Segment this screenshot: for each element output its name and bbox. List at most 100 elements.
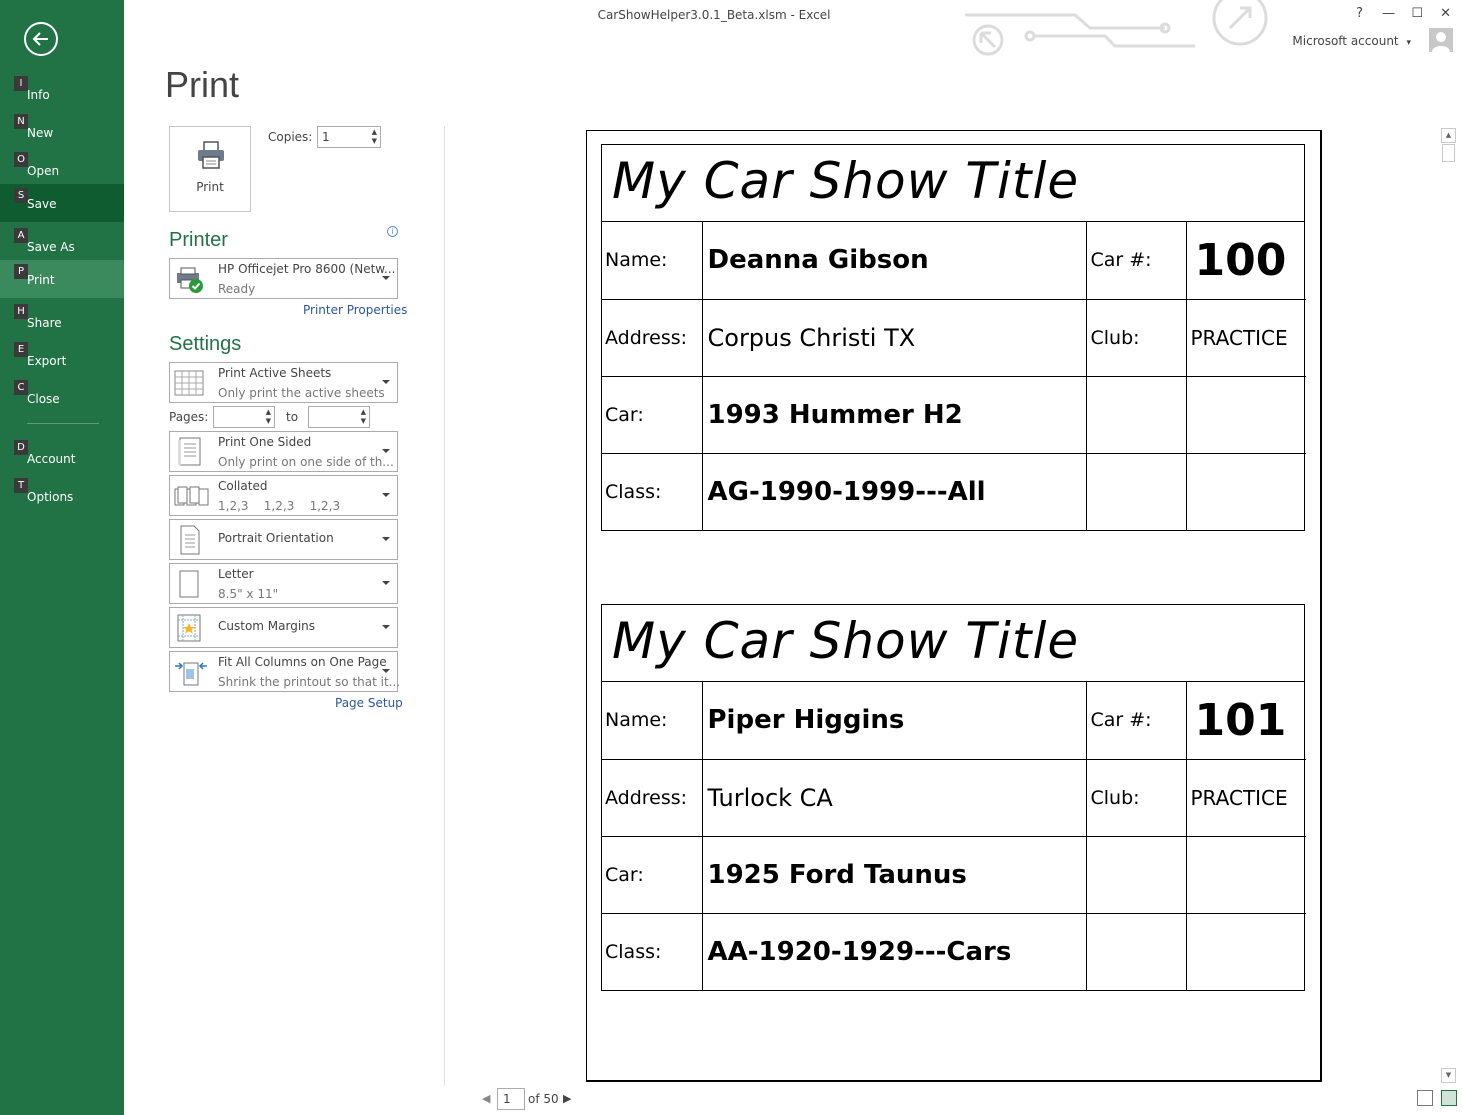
spin-down-icon[interactable]: ▼ (361, 417, 366, 425)
minimize-button[interactable]: — (1382, 6, 1395, 21)
nav-item-label: Export (27, 354, 67, 368)
keytip-options: T (14, 478, 28, 493)
copies-label: Copies: (268, 130, 313, 144)
page-number-input[interactable]: 1 (497, 1088, 525, 1110)
sides-desc: Only print on one side of th... (218, 455, 394, 469)
page-setup-link[interactable]: Page Setup (335, 696, 403, 710)
avatar[interactable] (1429, 28, 1453, 52)
nav-item-label: Open (27, 164, 60, 178)
nav-item-info[interactable]: I Info (0, 76, 124, 114)
empty-cell (1185, 375, 1306, 454)
card-table: Name: Piper Higgins Car #: 101 Address: … (602, 682, 1306, 990)
sides-label: Print One Sided (218, 435, 312, 449)
nav-item-print[interactable]: P Print (0, 260, 124, 298)
account-menu[interactable]: Microsoft account ▾ (1292, 34, 1411, 48)
class-value: AA-1920-1929---Cars (701, 912, 1087, 990)
show-margins-icon[interactable] (1417, 1090, 1433, 1106)
column-divider (444, 126, 445, 1086)
preview-scrollbar[interactable]: ▲ ▼ (1441, 128, 1456, 1084)
maximize-button[interactable]: ☐ (1411, 6, 1423, 21)
empty-cell (1185, 912, 1306, 990)
previous-page-button[interactable]: ◀ (482, 1092, 490, 1105)
keytip-new: N (14, 114, 28, 129)
help-icon[interactable]: ? (1356, 6, 1363, 21)
car-number-label: Car #: (1085, 222, 1187, 300)
table-row: Car: 1993 Hummer H2 (602, 375, 1306, 454)
close-window-button[interactable]: ✕ (1440, 6, 1451, 21)
empty-cell (1085, 835, 1187, 914)
user-icon (1432, 32, 1450, 52)
spin-up-icon[interactable]: ▲ (266, 408, 271, 416)
collated-pages-icon (174, 486, 209, 506)
orientation-label: Portrait Orientation (218, 531, 334, 545)
printer-heading: Printer (169, 229, 228, 251)
table-row: Address: Corpus Christi TX Club: PRACTIC… (602, 298, 1306, 377)
info-icon[interactable]: i (387, 226, 398, 237)
spin-up-icon[interactable]: ▲ (372, 128, 377, 136)
margins-select[interactable]: Custom Margins (169, 607, 398, 648)
nav-item-label: Print (27, 273, 55, 287)
print-what-select[interactable]: Print Active Sheets Only print the activ… (169, 362, 398, 403)
back-button[interactable] (24, 22, 58, 56)
entry-card: My Car Show Title Name: Deanna Gibson Ca… (601, 144, 1306, 531)
circuit-decoration-icon (965, 0, 1268, 56)
chevron-down-icon (382, 537, 390, 541)
printer-status: Ready (218, 282, 256, 296)
pages-to-stepper[interactable]: ▲ ▼ (308, 406, 370, 428)
club-label: Club: (1085, 298, 1187, 377)
paper-size-select[interactable]: Letter 8.5" x 11" (169, 563, 398, 604)
orientation-select[interactable]: Portrait Orientation (169, 519, 398, 560)
sides-select[interactable]: Print One Sided Only print on one side o… (169, 431, 398, 472)
nav-item-options[interactable]: T Options (0, 478, 124, 516)
scroll-up-button[interactable]: ▲ (1441, 128, 1456, 143)
paper-size-icon (179, 570, 199, 598)
scaling-select[interactable]: Fit All Columns on One Page Shrink the p… (169, 651, 400, 692)
scaling-label: Fit All Columns on One Page (218, 655, 387, 669)
address-label: Address: (602, 298, 703, 377)
car-label: Car: (602, 375, 703, 454)
empty-cell (1085, 375, 1187, 454)
pages-from-stepper[interactable]: ▲ ▼ (213, 406, 275, 428)
printer-ready-icon (177, 267, 203, 293)
car-label: Car: (602, 835, 703, 914)
chevron-down-icon: ▾ (1406, 38, 1411, 48)
print-what-label: Print Active Sheets (218, 366, 332, 380)
custom-margins-icon (177, 614, 201, 642)
spin-down-icon[interactable]: ▼ (266, 417, 271, 425)
nav-item-new[interactable]: N New (0, 114, 124, 152)
spin-up-icon[interactable]: ▲ (361, 408, 366, 416)
name-label: Name: (602, 222, 703, 300)
nav-divider (27, 423, 99, 424)
club-label: Club: (1085, 758, 1187, 837)
nav-item-account[interactable]: D Account (0, 440, 124, 478)
scroll-thumb[interactable] (1442, 144, 1455, 162)
copies-stepper[interactable]: 1 ▲ ▼ (317, 126, 381, 148)
spin-down-icon[interactable]: ▼ (372, 137, 377, 145)
car-value: 1993 Hummer H2 (701, 375, 1087, 454)
next-page-button[interactable]: ▶ (563, 1092, 571, 1105)
table-row: Class: AA-1920-1929---Cars (602, 912, 1306, 990)
name-label: Name: (602, 682, 703, 760)
print-button[interactable]: Print (169, 126, 251, 212)
collation-select[interactable]: Collated 1,2,3 1,2,3 1,2,3 (169, 475, 398, 516)
zoom-to-page-icon[interactable] (1441, 1090, 1458, 1106)
margins-label: Custom Margins (218, 619, 316, 633)
printer-properties-link[interactable]: Printer Properties (303, 303, 407, 317)
back-arrow-icon (32, 32, 48, 46)
keytip-share: H (14, 304, 28, 319)
class-label: Class: (602, 452, 703, 530)
table-row: Name: Deanna Gibson Car #: 100 (602, 222, 1306, 300)
empty-cell (1085, 912, 1187, 990)
printer-select[interactable]: HP Officejet Pro 8600 (Netw... Ready (169, 258, 398, 299)
keytip-save-as: A (14, 228, 28, 243)
nav-item-close[interactable]: C Close (0, 380, 124, 418)
nav-item-export[interactable]: E Export (0, 342, 124, 380)
copies-value: 1 (322, 130, 330, 144)
nav-item-label: Account (27, 452, 76, 466)
nav-item-share[interactable]: H Share (0, 304, 124, 342)
nav-item-label: New (27, 126, 54, 140)
chevron-down-icon (382, 449, 390, 453)
nav-item-label: Close (27, 392, 60, 406)
scroll-down-button[interactable]: ▼ (1441, 1068, 1456, 1083)
nav-item-save[interactable]: S Save (0, 184, 124, 222)
